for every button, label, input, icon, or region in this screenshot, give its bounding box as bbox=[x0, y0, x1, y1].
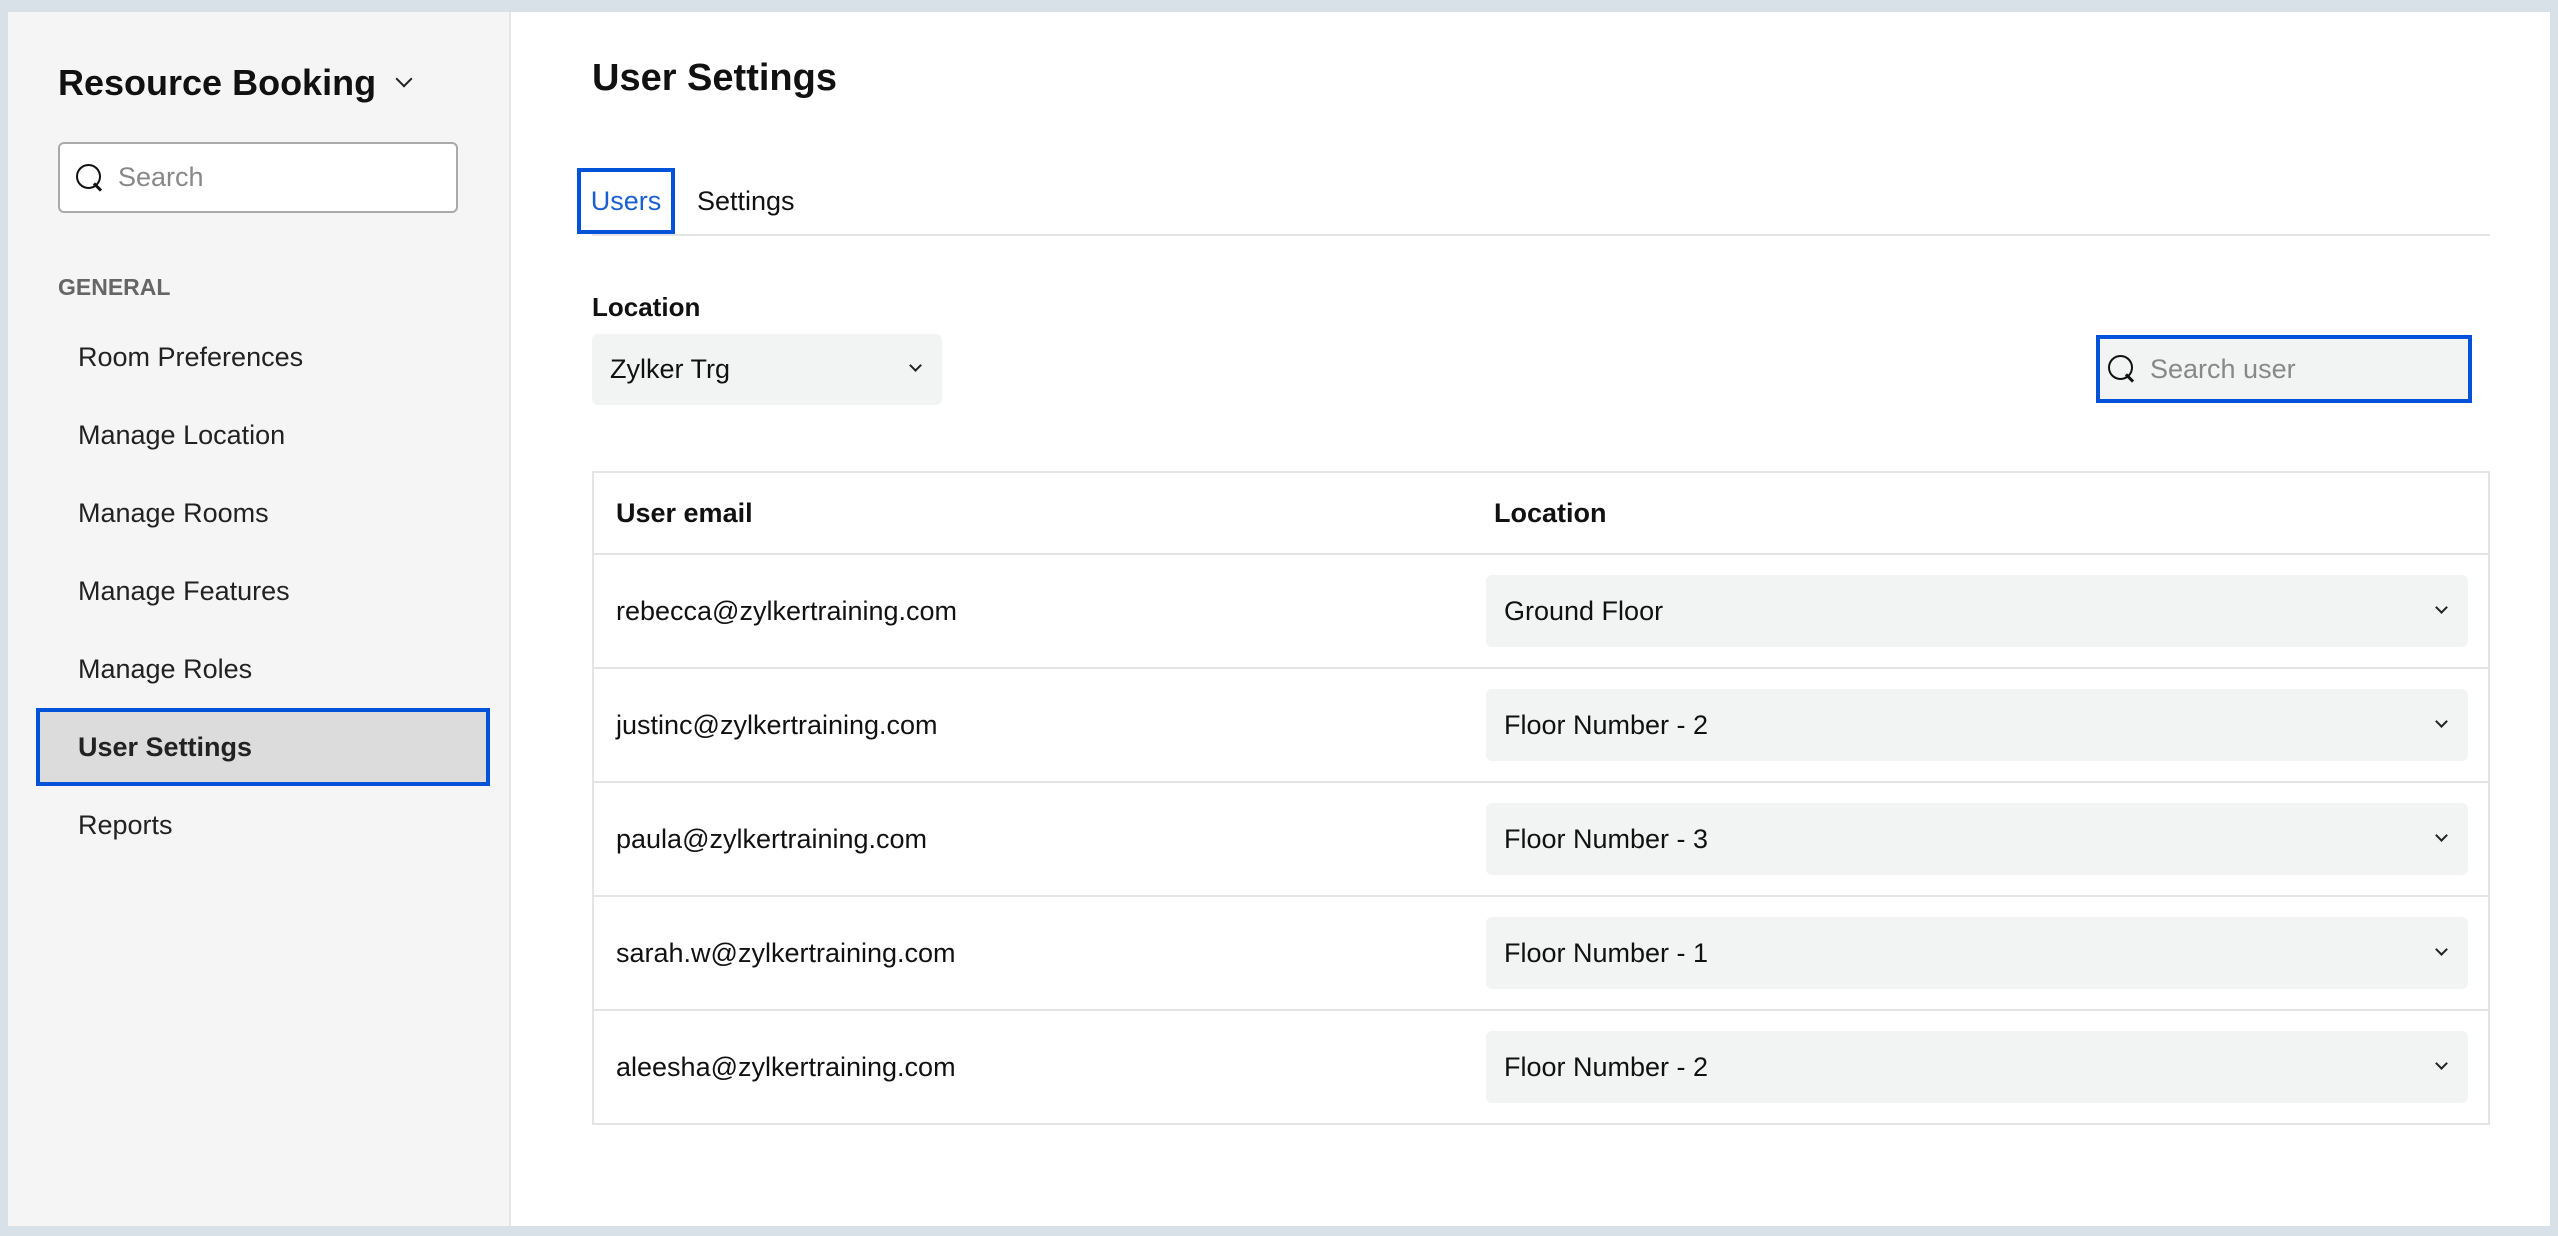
row-location-select[interactable]: Floor Number - 2 bbox=[1486, 1031, 2468, 1103]
sidebar: Resource Booking Search GENERAL Room Pre… bbox=[8, 12, 511, 1226]
row-location-value: Floor Number - 2 bbox=[1504, 1051, 1709, 1082]
page-title: User Settings bbox=[592, 57, 837, 99]
chevron-down-icon bbox=[2435, 600, 2448, 614]
search-icon bbox=[2108, 355, 2136, 383]
users-table: User email Location rebecca@zylkertraini… bbox=[592, 471, 2490, 1125]
sidebar-item-manage-roles[interactable]: Manage Roles bbox=[36, 630, 490, 708]
search-user-input[interactable]: Search user bbox=[2096, 335, 2472, 403]
user-email: sarah.w@zylkertraining.com bbox=[616, 937, 956, 968]
table-row: paula@zylkertraining.com Floor Number - … bbox=[594, 781, 2488, 895]
table-row: aleesha@zylkertraining.com Floor Number … bbox=[594, 1009, 2488, 1123]
row-location-value: Ground Floor bbox=[1504, 595, 1664, 626]
sidebar-item-room-preferences[interactable]: Room Preferences bbox=[36, 318, 490, 396]
chevron-down-icon bbox=[2435, 714, 2448, 728]
chevron-down-icon bbox=[395, 70, 413, 88]
app-title: Resource Booking bbox=[58, 62, 377, 103]
tab-settings[interactable]: Settings bbox=[697, 168, 795, 234]
sidebar-item-manage-rooms[interactable]: Manage Rooms bbox=[36, 474, 490, 552]
chevron-down-icon bbox=[2435, 1056, 2448, 1070]
user-email: justinc@zylkertraining.com bbox=[616, 709, 938, 740]
sidebar-item-reports[interactable]: Reports bbox=[36, 786, 490, 864]
app-window: Resource Booking Search GENERAL Room Pre… bbox=[8, 12, 2550, 1226]
location-label: Location bbox=[592, 292, 701, 322]
table-row: rebecca@zylkertraining.com Ground Floor bbox=[594, 553, 2488, 667]
sidebar-item-manage-features[interactable]: Manage Features bbox=[36, 552, 490, 630]
row-location-select[interactable]: Ground Floor bbox=[1486, 575, 2468, 647]
row-location-select[interactable]: Floor Number - 1 bbox=[1486, 917, 2468, 989]
sidebar-item-manage-location[interactable]: Manage Location bbox=[36, 396, 490, 474]
column-header-location: Location bbox=[1494, 497, 1607, 528]
location-select-value: Zylker Trg bbox=[610, 354, 731, 384]
sidebar-search-input[interactable]: Search bbox=[58, 142, 458, 213]
row-location-select[interactable]: Floor Number - 3 bbox=[1486, 803, 2468, 875]
row-location-value: Floor Number - 2 bbox=[1504, 709, 1709, 740]
table-header: User email Location bbox=[594, 473, 2488, 553]
user-email: paula@zylkertraining.com bbox=[616, 823, 928, 854]
row-location-select[interactable]: Floor Number - 2 bbox=[1486, 689, 2468, 761]
row-location-value: Floor Number - 3 bbox=[1504, 823, 1709, 854]
location-select[interactable]: Zylker Trg bbox=[592, 334, 942, 405]
search-user-placeholder: Search user bbox=[2150, 353, 2296, 384]
sidebar-item-user-settings[interactable]: User Settings bbox=[36, 708, 490, 786]
tab-users[interactable]: Users bbox=[577, 168, 675, 234]
app-switcher[interactable]: Resource Booking bbox=[58, 62, 413, 104]
chevron-down-icon bbox=[2435, 942, 2448, 956]
user-email: rebecca@zylkertraining.com bbox=[616, 595, 958, 626]
search-placeholder: Search bbox=[118, 162, 204, 192]
column-header-email: User email bbox=[616, 497, 753, 528]
tab-bar: Users Settings bbox=[577, 168, 2490, 236]
search-icon bbox=[76, 163, 104, 192]
chevron-down-icon bbox=[2435, 828, 2448, 842]
table-row: justinc@zylkertraining.com Floor Number … bbox=[594, 667, 2488, 781]
main-content: User Settings Users Settings Location Zy… bbox=[511, 12, 2550, 1226]
table-row: sarah.w@zylkertraining.com Floor Number … bbox=[594, 895, 2488, 1009]
user-email: aleesha@zylkertraining.com bbox=[616, 1051, 956, 1082]
row-location-value: Floor Number - 1 bbox=[1504, 937, 1709, 968]
chevron-down-icon bbox=[909, 359, 922, 372]
sidebar-nav: Room Preferences Manage Location Manage … bbox=[36, 318, 490, 864]
section-heading-general: GENERAL bbox=[58, 274, 171, 300]
